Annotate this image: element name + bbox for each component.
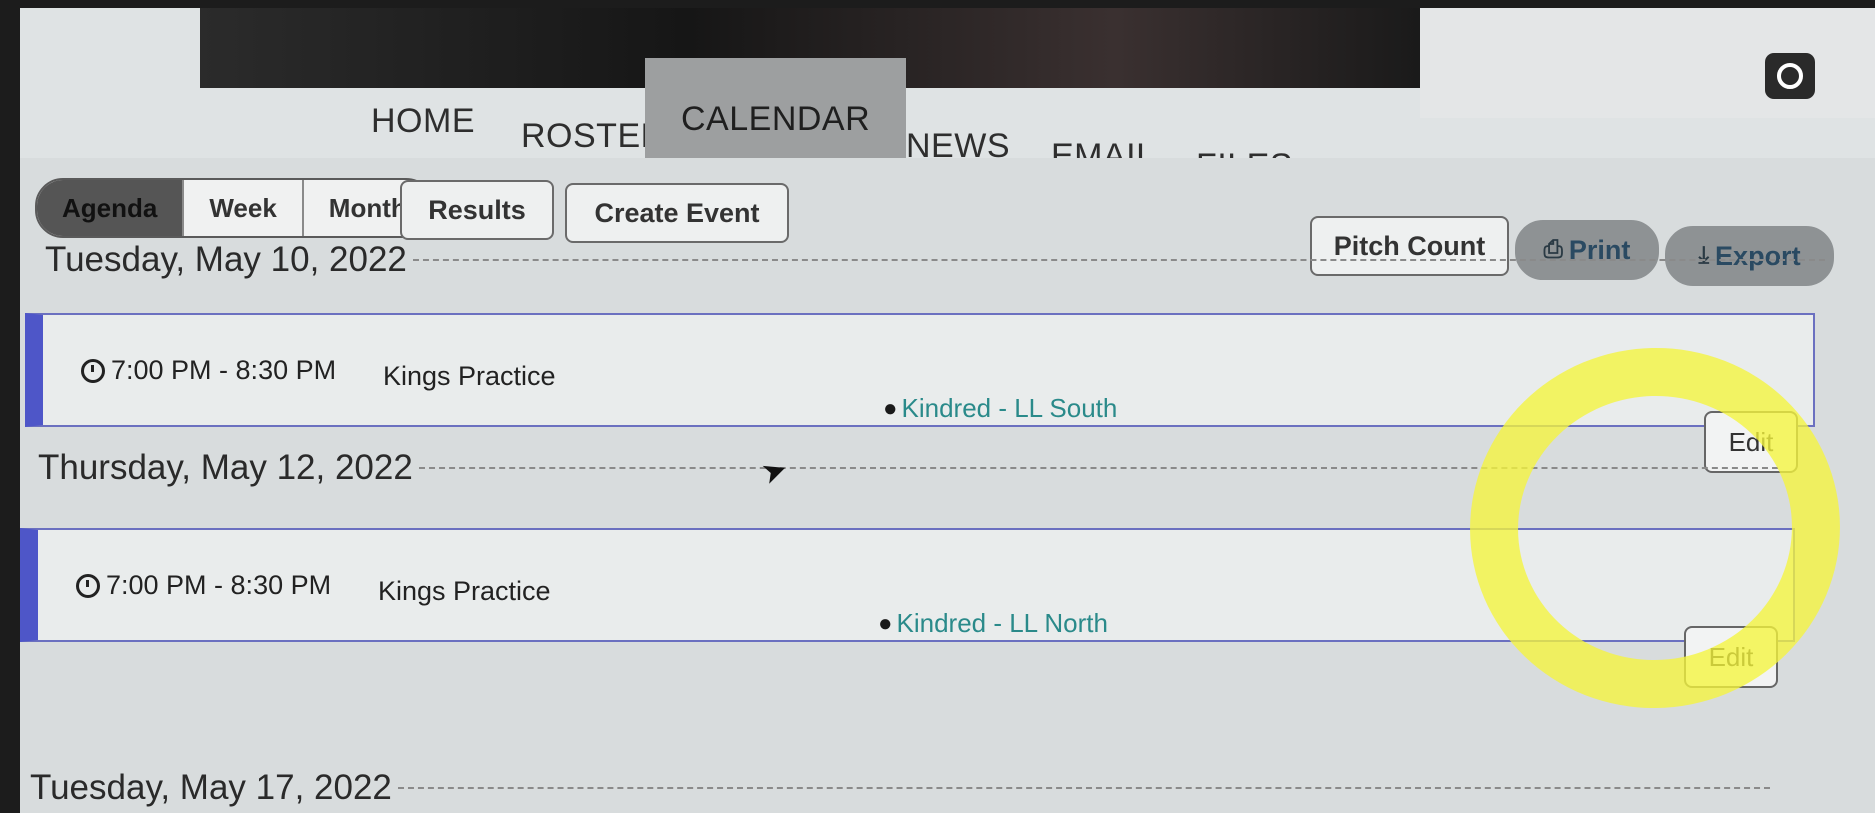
calendar-content: Agenda Week Month Results Create Event P… bbox=[20, 158, 1875, 813]
map-pin-icon: ● bbox=[883, 394, 898, 422]
event-title[interactable]: Kings Practice bbox=[378, 576, 551, 607]
event-location[interactable]: ● Kindred - LL North bbox=[878, 608, 1108, 639]
event-location-text: Kindred - LL North bbox=[896, 608, 1108, 638]
divider bbox=[412, 259, 1825, 261]
event-location[interactable]: ● Kindred - LL South bbox=[883, 393, 1117, 424]
day-heading: Tuesday, May 17, 2022 bbox=[30, 768, 1770, 808]
event-time-text: 7:00 PM - 8:30 PM bbox=[111, 355, 337, 385]
day-heading: Thursday, May 12, 2022 bbox=[38, 448, 1778, 488]
map-pin-icon: ● bbox=[878, 609, 893, 637]
divider bbox=[418, 467, 1778, 469]
clock-icon bbox=[76, 573, 100, 598]
day-heading-date: Tuesday, May 17, 2022 bbox=[30, 768, 392, 807]
day-heading-date: Thursday, May 12, 2022 bbox=[38, 448, 413, 487]
day-heading: Tuesday, May 10, 2022 bbox=[45, 240, 1825, 280]
create-event-button[interactable]: Create Event bbox=[565, 183, 789, 243]
event-row[interactable]: 7:00 PM - 8:30 PM Kings Practice ● Kindr… bbox=[25, 313, 1815, 473]
event-row[interactable]: 7:00 PM - 8:30 PM Kings Practice ● Kindr… bbox=[20, 528, 1795, 688]
event-location-text: Kindred - LL South bbox=[901, 393, 1118, 423]
divider bbox=[397, 787, 1770, 789]
event-title[interactable]: Kings Practice bbox=[383, 361, 556, 392]
day-heading-date: Tuesday, May 10, 2022 bbox=[45, 240, 407, 279]
event-time: 7:00 PM - 8:30 PM bbox=[81, 355, 336, 386]
tab-home[interactable]: HOME bbox=[345, 88, 501, 155]
edit-button[interactable]: Edit bbox=[1684, 626, 1778, 688]
results-button[interactable]: Results bbox=[400, 180, 554, 240]
view-agenda-button[interactable]: Agenda bbox=[37, 180, 183, 236]
app-screen: HOME ROSTER CALENDAR NEWS EMAIL FILES Ag… bbox=[20, 8, 1875, 813]
view-toggle: Agenda Week Month bbox=[35, 178, 434, 238]
event-time-text: 7:00 PM - 8:30 PM bbox=[106, 570, 332, 600]
event-time: 7:00 PM - 8:30 PM bbox=[76, 570, 331, 601]
view-week-button[interactable]: Week bbox=[182, 180, 301, 236]
clock-icon bbox=[81, 358, 105, 383]
